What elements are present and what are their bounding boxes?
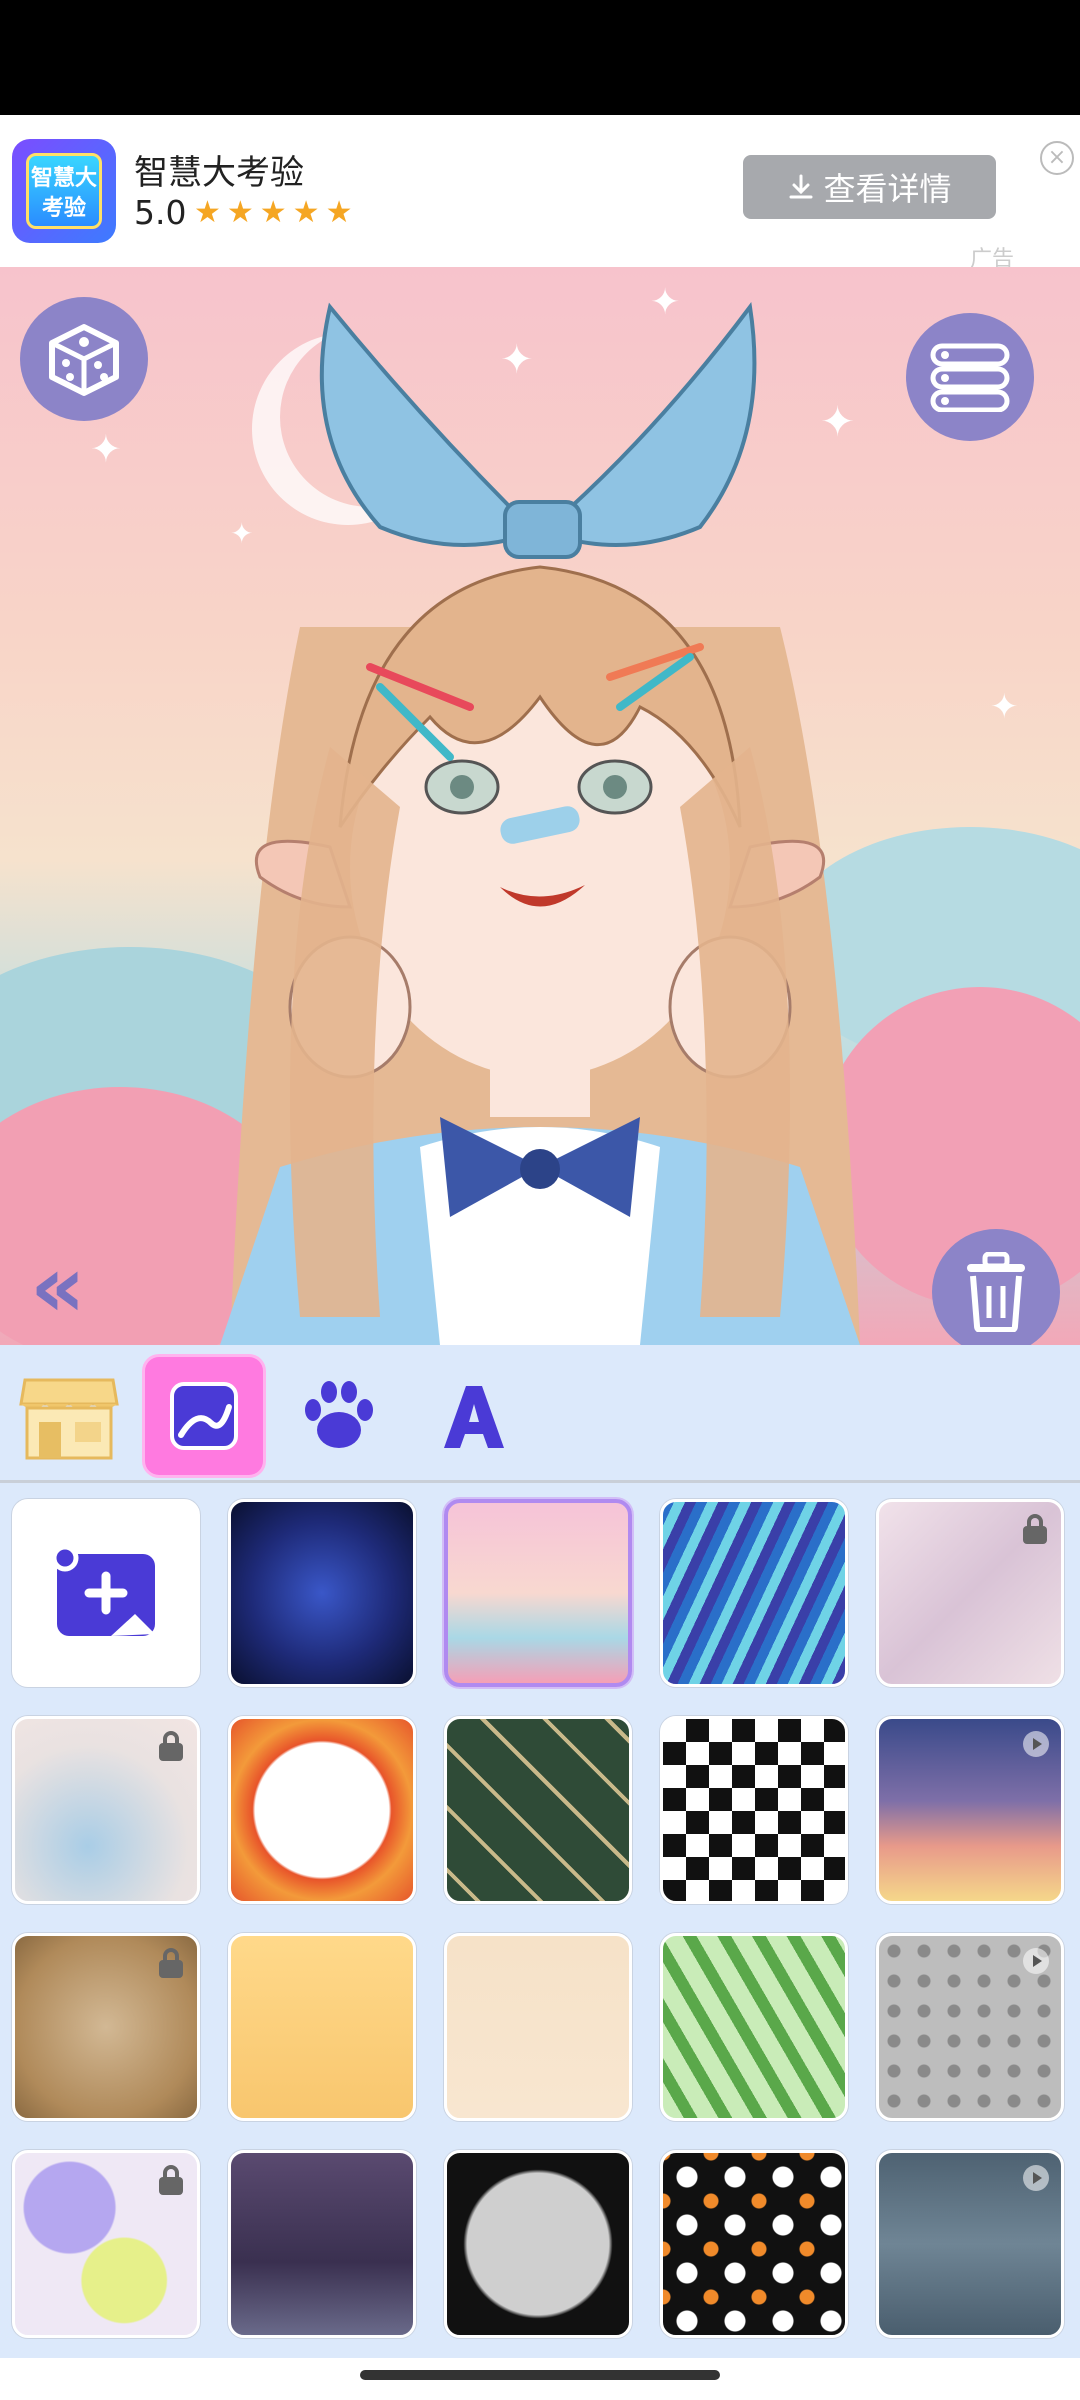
background-tile-watercolor-blue[interactable]	[12, 1716, 200, 1904]
ad-close-icon[interactable]: ×	[1040, 141, 1074, 175]
add-image-icon	[51, 1544, 155, 1636]
background-tile-night-lake[interactable]	[228, 2150, 416, 2338]
background-grid	[0, 1483, 1080, 2358]
download-icon	[789, 174, 813, 199]
ad-rating-stars: ★★★★★	[194, 195, 359, 230]
menu-button[interactable]	[906, 313, 1034, 441]
video-ad-play-icon	[1023, 1731, 1049, 1757]
ad-view-details-button[interactable]: 查看详情	[743, 155, 996, 219]
background-tile-pastel-clouds-stars[interactable]	[444, 1499, 632, 1687]
trash-icon	[967, 1252, 1025, 1332]
background-tile-paint-splash[interactable]	[12, 2150, 200, 2338]
ad-app-logo[interactable]: 智慧大考验	[12, 139, 116, 243]
background-tile-checkerboard[interactable]	[660, 1716, 848, 1904]
background-image-icon	[170, 1382, 238, 1450]
list-menu-icon	[930, 343, 1010, 412]
character-illustration	[220, 301, 860, 1345]
tab-text[interactable]	[415, 1357, 533, 1475]
ad-logo-text: 智慧大考验	[26, 153, 102, 229]
character-canvas: ✦ ✦ ✦ ✦ ✦ ✦ «	[0, 267, 1080, 1345]
tab-shop[interactable]	[10, 1357, 128, 1475]
ad-banner[interactable]: 智慧大考验 智慧大考验 5.0 ★★★★★ 查看详情 × 广告	[0, 115, 1080, 272]
lock-icon	[1021, 1514, 1049, 1544]
background-tile-green-geometric[interactable]	[444, 1716, 632, 1904]
background-tile-ghost-pattern[interactable]	[660, 2150, 848, 2338]
randomize-dice-button[interactable]	[20, 297, 148, 421]
letter-a-icon	[444, 1386, 504, 1448]
background-tile-add-custom-image[interactable]	[12, 1499, 200, 1687]
lock-icon	[157, 1731, 185, 1761]
double-chevron-left-icon[interactable]: «	[30, 1244, 85, 1330]
background-tile-galaxy-planet[interactable]	[228, 1499, 416, 1687]
lock-icon	[157, 2165, 185, 2195]
paw-icon	[305, 1381, 373, 1448]
video-ad-play-icon	[1023, 1948, 1049, 1974]
tab-pets[interactable]	[280, 1357, 398, 1475]
background-tile-blue-swirl[interactable]	[660, 1499, 848, 1687]
background-tile-floral-border[interactable]	[444, 1933, 632, 2121]
background-tile-sunset-sky[interactable]	[876, 1716, 1064, 1904]
background-tile-night-clouds-moon[interactable]	[876, 2150, 1064, 2338]
home-indicator[interactable]	[360, 2370, 720, 2380]
background-tile-pink-marble[interactable]	[876, 1499, 1064, 1687]
storefront-icon	[19, 1378, 119, 1460]
background-tile-green-leaves[interactable]	[660, 1933, 848, 2121]
background-tile-orange-mandala-frame[interactable]	[228, 1716, 416, 1904]
background-tile-golden-wings[interactable]	[228, 1933, 416, 2121]
status-bar	[0, 0, 1080, 115]
delete-button[interactable]	[932, 1229, 1060, 1345]
ad-view-details-label: 查看详情	[823, 170, 952, 208]
background-tile-skull-pattern[interactable]	[876, 1933, 1064, 2121]
ad-rating-value: 5.0	[134, 193, 187, 232]
video-ad-play-icon	[1023, 2165, 1049, 2191]
tab-background[interactable]	[145, 1357, 263, 1475]
background-tile-halloween-frame[interactable]	[444, 2150, 632, 2338]
ad-app-title[interactable]: 智慧大考验	[134, 145, 304, 194]
dice-icon	[49, 324, 119, 396]
category-tab-bar	[0, 1345, 1080, 1483]
lock-icon	[157, 1948, 185, 1978]
background-tile-old-paper[interactable]	[12, 1933, 200, 2121]
